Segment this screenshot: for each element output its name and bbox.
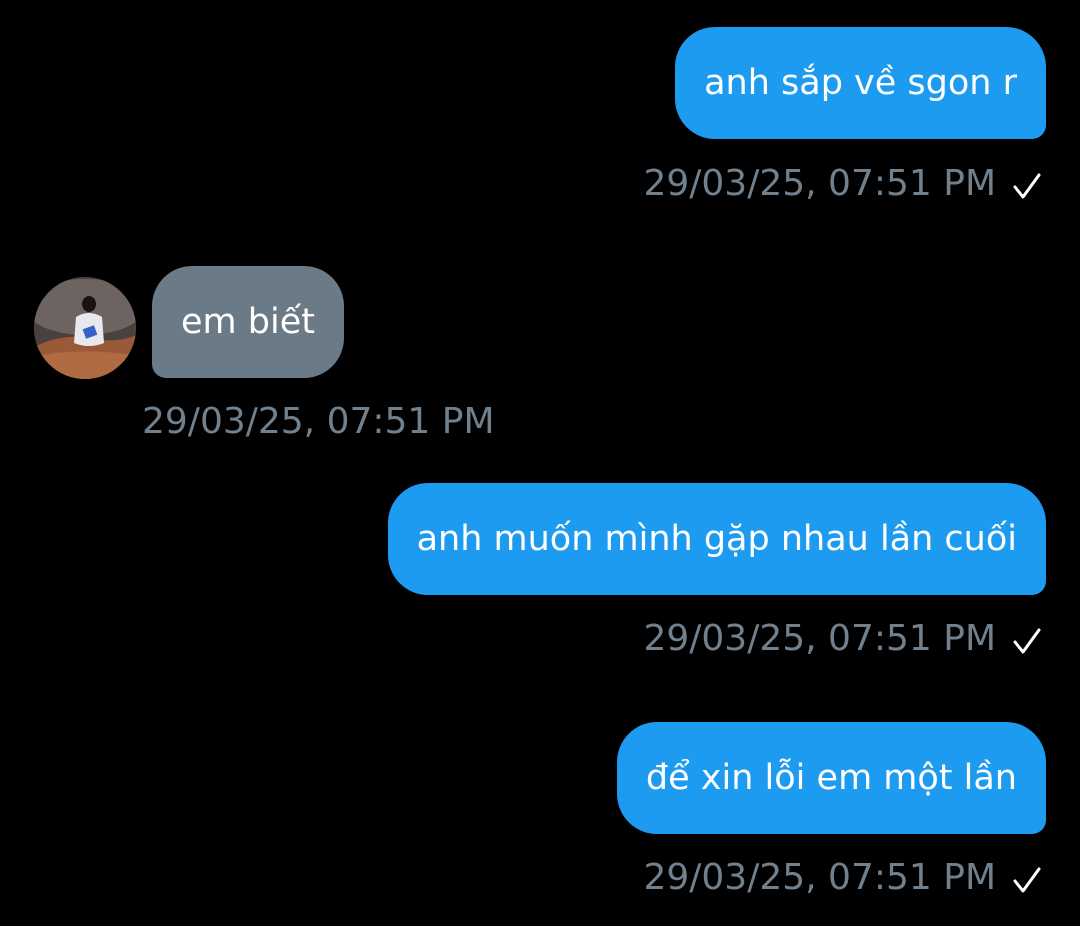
avatar[interactable] bbox=[34, 277, 136, 379]
outgoing-message-bubble[interactable]: anh sắp về sgon r bbox=[675, 27, 1046, 139]
message-meta: 29/03/25, 07:51 PM bbox=[643, 166, 1042, 202]
outgoing-message-bubble[interactable]: để xin lỗi em một lần bbox=[616, 722, 1046, 834]
outgoing-message-bubble[interactable]: anh muốn mình gặp nhau lần cuối bbox=[387, 483, 1046, 595]
message-text: em biết bbox=[181, 301, 315, 342]
message-timestamp: 29/03/25, 07:51 PM bbox=[643, 618, 996, 659]
profile-photo-icon bbox=[34, 277, 136, 379]
incoming-message-bubble[interactable]: em biết bbox=[152, 266, 344, 378]
message-timestamp: 29/03/25, 07:51 PM bbox=[643, 857, 996, 898]
message-text: để xin lỗi em một lần bbox=[645, 757, 1017, 798]
message-meta: 29/03/25, 07:51 PM bbox=[142, 404, 495, 440]
message-text: anh sắp về sgon r bbox=[704, 62, 1017, 103]
message-timestamp: 29/03/25, 07:51 PM bbox=[142, 401, 495, 442]
message-meta: 29/03/25, 07:51 PM bbox=[643, 621, 1042, 657]
message-meta: 29/03/25, 07:51 PM bbox=[643, 860, 1042, 896]
message-timestamp: 29/03/25, 07:51 PM bbox=[643, 163, 996, 204]
check-icon bbox=[1012, 865, 1042, 895]
message-text: anh muốn mình gặp nhau lần cuối bbox=[416, 518, 1017, 559]
check-icon bbox=[1012, 626, 1042, 656]
check-icon bbox=[1012, 171, 1042, 201]
